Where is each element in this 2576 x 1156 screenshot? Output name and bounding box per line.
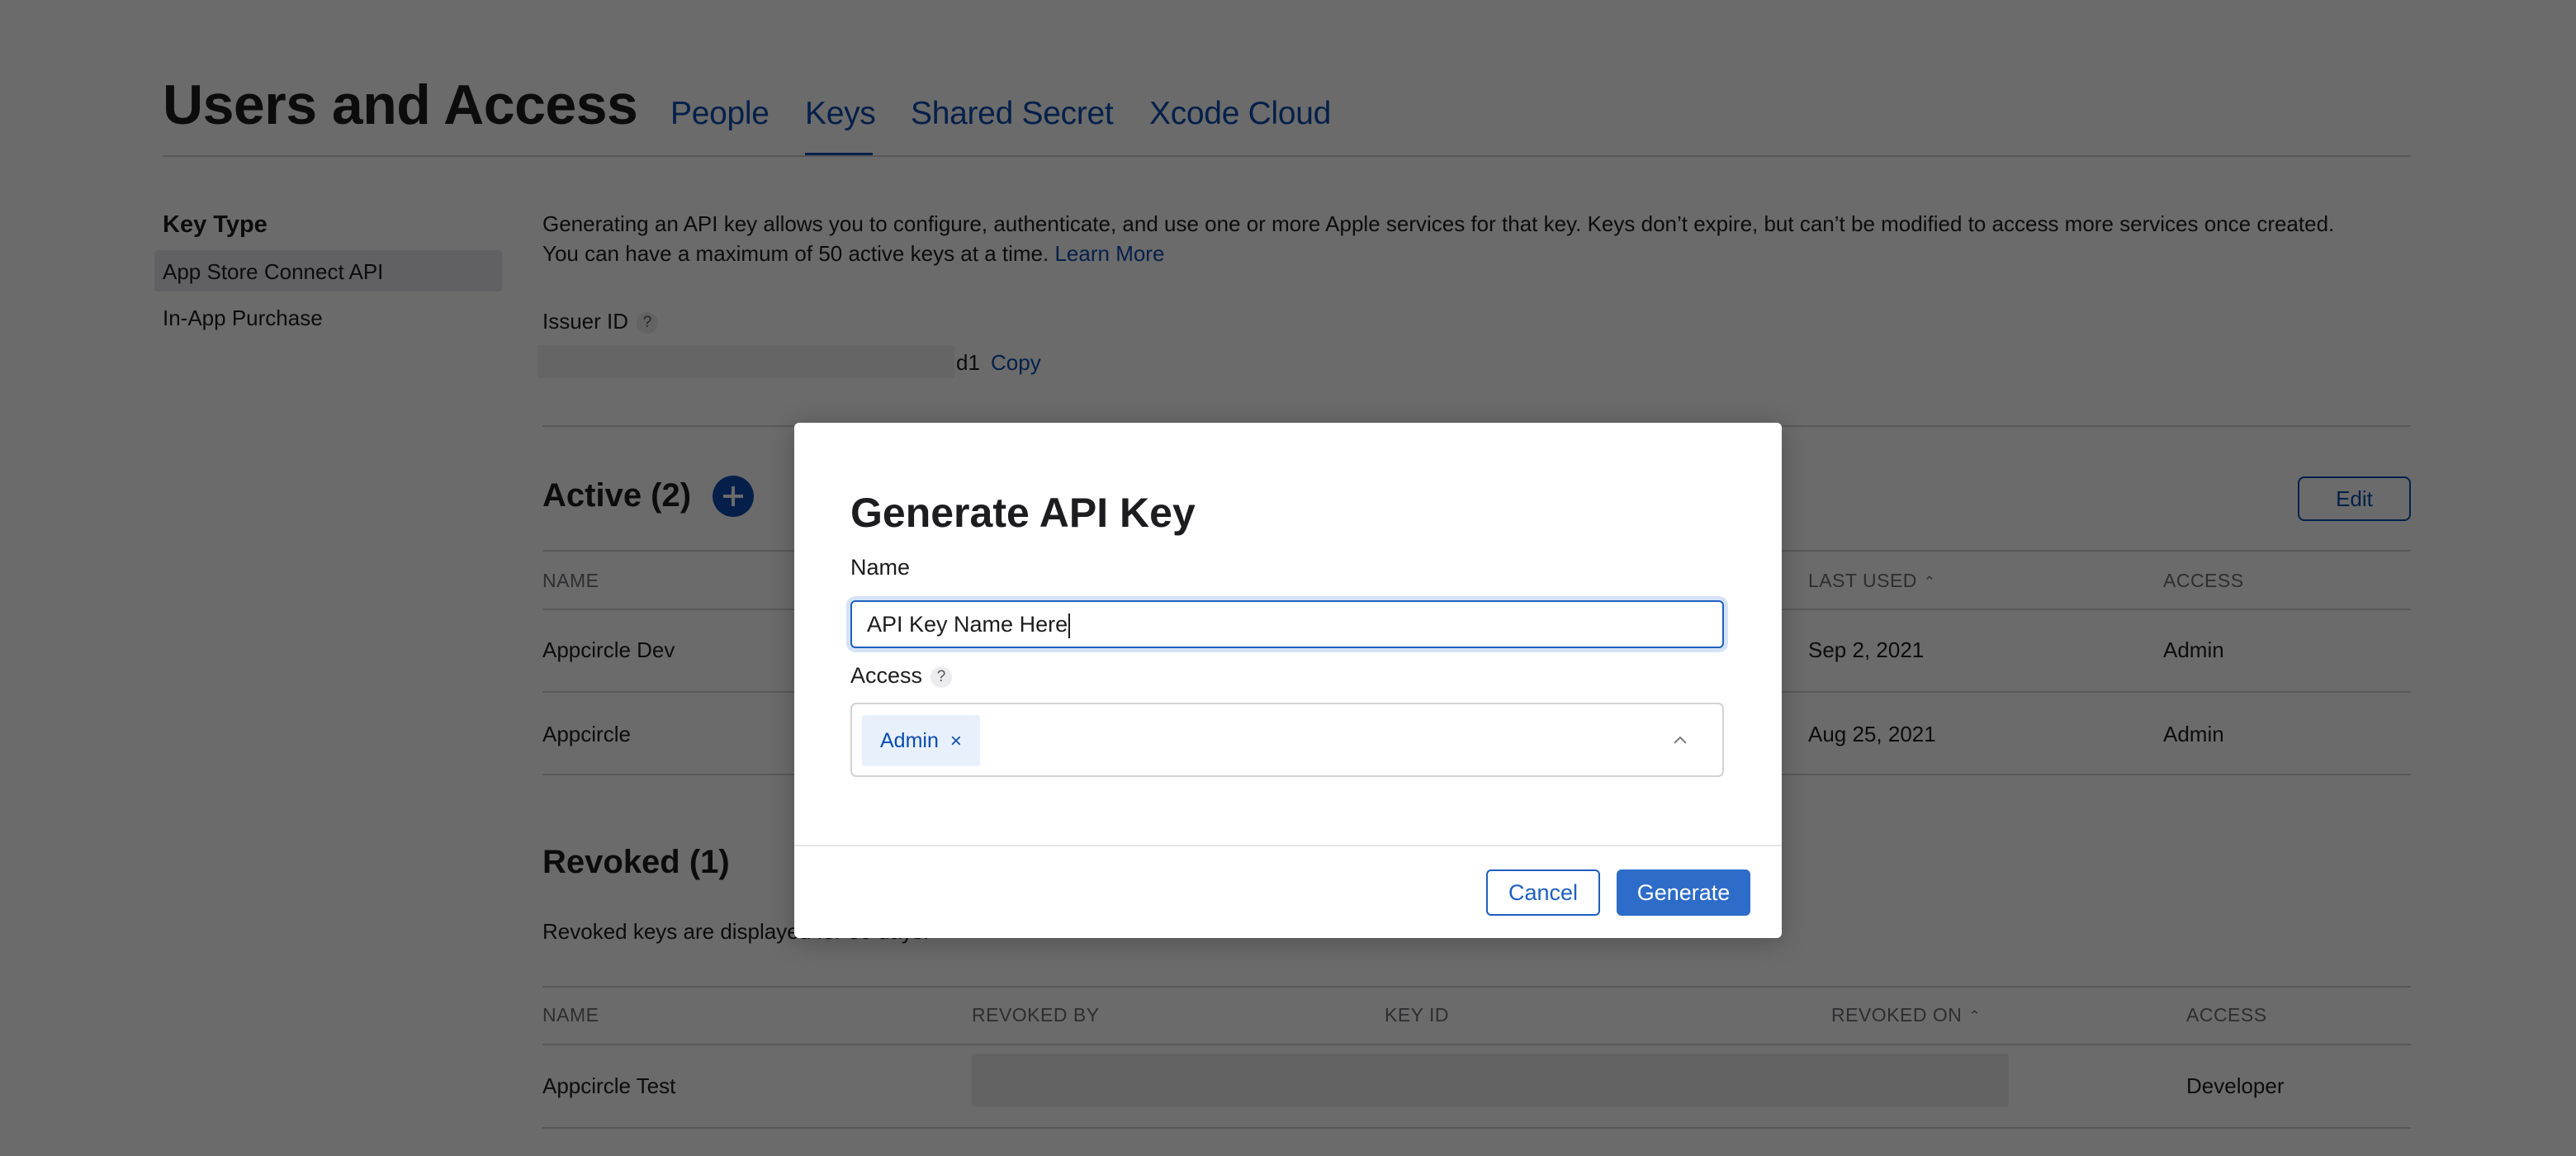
name-input[interactable]: API Key Name Here	[850, 600, 1724, 648]
dialog-title: Generate API Key	[850, 490, 1196, 536]
access-select[interactable]: Admin ×	[850, 703, 1724, 777]
help-icon[interactable]: ?	[930, 666, 953, 688]
generate-button[interactable]: Generate	[1617, 869, 1750, 916]
access-label: Access	[850, 663, 923, 688]
access-label-row: Access?	[850, 663, 953, 689]
name-input-value: API Key Name Here	[867, 612, 1068, 637]
cancel-button[interactable]: Cancel	[1486, 869, 1600, 916]
remove-chip-icon[interactable]: ×	[950, 730, 962, 752]
access-chip-admin: Admin ×	[862, 715, 980, 766]
name-label: Name	[850, 555, 911, 580]
dialog-footer-divider	[794, 845, 1782, 846]
generate-api-key-dialog: Generate API Key Name API Key Name Here …	[794, 423, 1782, 938]
text-cursor	[1068, 613, 1071, 638]
chevron-up-icon[interactable]	[1672, 732, 1688, 748]
chip-label: Admin	[880, 729, 939, 752]
